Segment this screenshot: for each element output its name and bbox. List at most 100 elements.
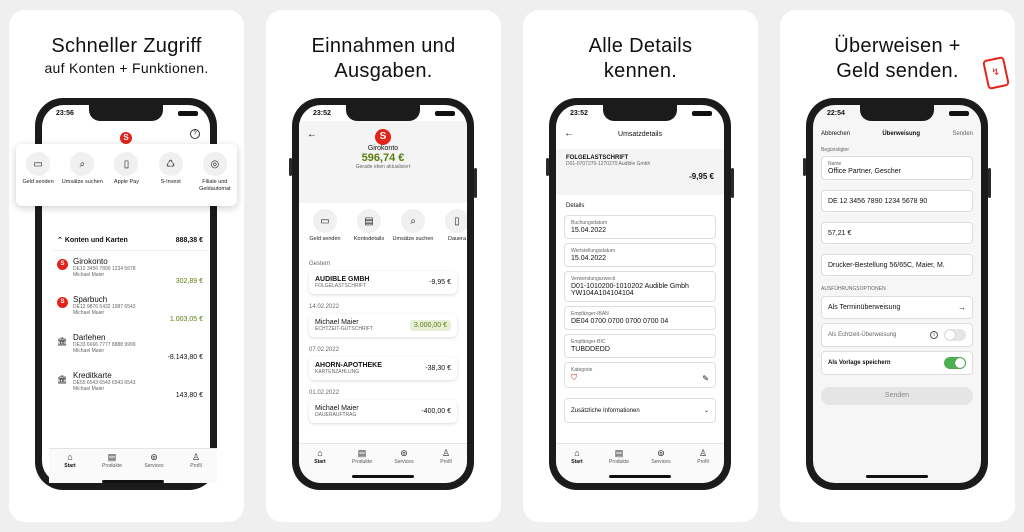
quick-action-filiale[interactable]: ◎ Filiale und Geldautomat xyxy=(193,152,237,206)
account-name: Kreditkarte xyxy=(73,371,112,380)
account-balance: -8.143,80 € xyxy=(167,354,203,361)
account-item[interactable]: 🏛 Kreditkarte DE55 6543 6543 6543 6543 M… xyxy=(57,371,203,399)
transaction-row[interactable]: Michael Maier ECHTZEIT-GUTSCHRIFT 3.000,0… xyxy=(309,314,457,337)
quick-action-apple-pay[interactable]: ▯ Apple Pay xyxy=(104,152,148,206)
panel-details: Alle Details kennen. 23:52 ← Umsatzdetai… xyxy=(523,10,758,522)
profile-icon: ♙ xyxy=(441,448,451,458)
tab-start[interactable]: ⌂ Start xyxy=(556,448,598,483)
date-header: 01.02.2022 xyxy=(309,390,340,396)
sparkasse-account-icon: S xyxy=(57,259,68,270)
transaction-row[interactable]: AHORN-APOTHEKE KARTENZAHLUNG -38,30 € xyxy=(309,357,457,380)
tx-name: Michael Maier xyxy=(315,405,359,412)
heading-line-2: auf Konten + Funktionen. xyxy=(44,60,209,76)
help-icon[interactable]: ? xyxy=(190,129,200,139)
cancel-button[interactable]: Abbrechen xyxy=(821,131,850,137)
tab-start[interactable]: ⌂ Start xyxy=(299,448,341,483)
shield-icon: ⛉ xyxy=(571,373,577,382)
tx-name: Michael Maier xyxy=(315,319,359,326)
account-item[interactable]: 🏛 Darlehen DE33 6666 7777 8888 9999 Mich… xyxy=(57,333,203,361)
home-icon: ⌂ xyxy=(317,448,323,458)
quick-action-s-invest[interactable]: ♺ S-Invest xyxy=(149,152,193,206)
panel-heading: Einnahmen und Ausgaben. xyxy=(266,34,501,84)
date-header: Gestern xyxy=(309,261,331,267)
info-icon[interactable]: i xyxy=(930,331,938,339)
panel-heading: Überweisen + Geld senden. xyxy=(780,34,1015,84)
status-time: 22:54 xyxy=(827,110,845,117)
updated-text: Gerade eben aktualisiert xyxy=(355,164,411,170)
tx-name: AUDIBLE GMBH xyxy=(315,276,370,283)
tab-profil[interactable]: ♙ Profil xyxy=(425,448,467,483)
account-name: Sparbuch xyxy=(73,295,108,304)
tab-start[interactable]: ⌂ Start xyxy=(49,452,91,483)
transaction-row[interactable]: Michael Maier DAUERAUFTRAG -400,00 € xyxy=(309,400,457,423)
chevron-down-icon: ⌄ xyxy=(703,408,709,414)
category-field[interactable]: Kategorie ⛉ ✎ xyxy=(564,362,716,388)
panel-transfer: Überweisen + Geld senden. ↯ 22:54 Abbrec… xyxy=(780,10,1015,522)
products-icon: ▤ xyxy=(357,448,367,458)
heading-line-2: Geld senden. xyxy=(836,60,959,82)
account-balance: 143,80 € xyxy=(175,392,203,399)
home-indicator xyxy=(102,480,164,483)
tab-bar: ⌂ Start ▤ Produkte ⊚ Services ♙ Profil xyxy=(49,448,217,483)
location-icon: ◎ xyxy=(202,152,227,176)
home-icon: ⌂ xyxy=(574,448,580,458)
profile-icon: ♙ xyxy=(191,452,201,462)
detail-fields: Buchungsdatum 15.04.2022 Wertstellungsdat… xyxy=(556,215,724,429)
action-kontodetails[interactable]: ▤ Kontodetails xyxy=(347,209,391,243)
quick-action-geld-senden[interactable]: ▭ Geld senden xyxy=(16,152,60,206)
transaction-row[interactable]: AUDIBLE GMBH FOLGELASTSCHRIFT -9,95 € xyxy=(309,271,457,294)
tx-amount: -38,30 € xyxy=(425,365,451,372)
products-icon: ▤ xyxy=(107,452,117,462)
extra-info-accordion[interactable]: Zusätzliche Informationen ⌄ xyxy=(564,398,716,423)
purpose-field[interactable]: Drucker-Bestellung 56/65C, Maier, M. xyxy=(821,254,973,276)
tab-services[interactable]: ⊚ Services xyxy=(133,452,175,483)
tx-type: DAUERAUFTRAG xyxy=(315,412,357,418)
tab-produkte[interactable]: ▤ Produkte xyxy=(91,452,133,483)
phone-frame: 22:54 Abbrechen Überweisung Senden Begün… xyxy=(803,98,991,490)
products-icon: ▤ xyxy=(614,448,624,458)
echtzeit-toggle[interactable] xyxy=(944,329,966,341)
quick-action-umsaetze-suchen[interactable]: ⌕ Umsätze suchen xyxy=(60,152,104,206)
action-umsaetze-suchen[interactable]: ⌕ Umsätze suchen xyxy=(391,209,435,243)
phone-frame: 23:52 ← Umsatzdetails FOLGELASTSCHRIFT D… xyxy=(546,98,734,490)
action-geld-senden[interactable]: ▭ Geld senden xyxy=(303,209,347,243)
transaction-list: Gestern AUDIBLE GMBH FOLGELASTSCHRIFT -9,… xyxy=(299,255,467,429)
tx-name: AHORN-APOTHEKE xyxy=(315,362,382,369)
tx-reference: D01-0707270-1270270 Audible Gmbh xyxy=(566,161,651,167)
home-indicator xyxy=(609,475,671,478)
iban-field[interactable]: DE 12 3456 7890 1234 5678 90 xyxy=(821,190,973,212)
home-indicator xyxy=(866,475,928,478)
amount-field[interactable]: 57,21 € xyxy=(821,222,973,244)
tab-profil[interactable]: ♙ Profil xyxy=(682,448,724,483)
section-title[interactable]: ⌃ Konten und Karten xyxy=(57,236,128,244)
edit-icon[interactable]: ✎ xyxy=(702,374,709,383)
detail-field: Wertstellungsdatum 15.04.2022 xyxy=(564,243,716,267)
tx-summary: FOLGELASTSCHRIFT D01-0707270-1270270 Aud… xyxy=(556,149,724,195)
heading-line-1: Überweisen + xyxy=(834,35,961,57)
send-nav-button[interactable]: Senden xyxy=(952,131,973,137)
phone-screen: 23:52 ← S Girokonto 596,74 € Gerade eben… xyxy=(299,105,467,483)
back-arrow-icon[interactable]: ← xyxy=(307,129,317,140)
heading-line-2: Ausgaben. xyxy=(334,60,433,82)
screen-title: Überweisung xyxy=(882,131,921,137)
search-list-icon: ⌕ xyxy=(70,152,95,176)
name-field[interactable]: Name Office Partner, Gescher xyxy=(821,156,973,180)
screen-title: Umsatzdetails xyxy=(618,131,662,138)
send-button[interactable]: Senden xyxy=(821,387,973,405)
invest-icon: ♺ xyxy=(158,152,183,176)
account-item[interactable]: S Sparbuch DE12 9876 5432 1987 6543 Mich… xyxy=(57,295,203,323)
search-list-icon: ⌕ xyxy=(401,209,425,233)
home-indicator xyxy=(352,475,414,478)
action-row: ▭ Geld senden ▤ Kontodetails ⌕ Umsätze such… xyxy=(303,209,467,243)
send-money-icon: ▭ xyxy=(26,152,51,176)
bank-icon: 🏛 xyxy=(57,375,68,384)
options-label: AUSFÜHRUNGSOPTIONEN xyxy=(821,286,886,292)
status-time: 23:52 xyxy=(313,110,331,117)
vorlage-toggle[interactable] xyxy=(944,357,966,369)
action-dauerauftrag[interactable]: ▯ Dauera xyxy=(435,209,467,243)
tx-type: ECHTZEIT-GUTSCHRIFT xyxy=(315,326,374,332)
tab-profil[interactable]: ♙ Profil xyxy=(175,452,217,483)
termin-option[interactable]: Als Terminüberweisung → xyxy=(821,296,973,319)
account-item[interactable]: S Girokonto DE12 3456 7890 1234 5678 Mic… xyxy=(57,257,203,285)
details-label: Details xyxy=(566,203,585,209)
